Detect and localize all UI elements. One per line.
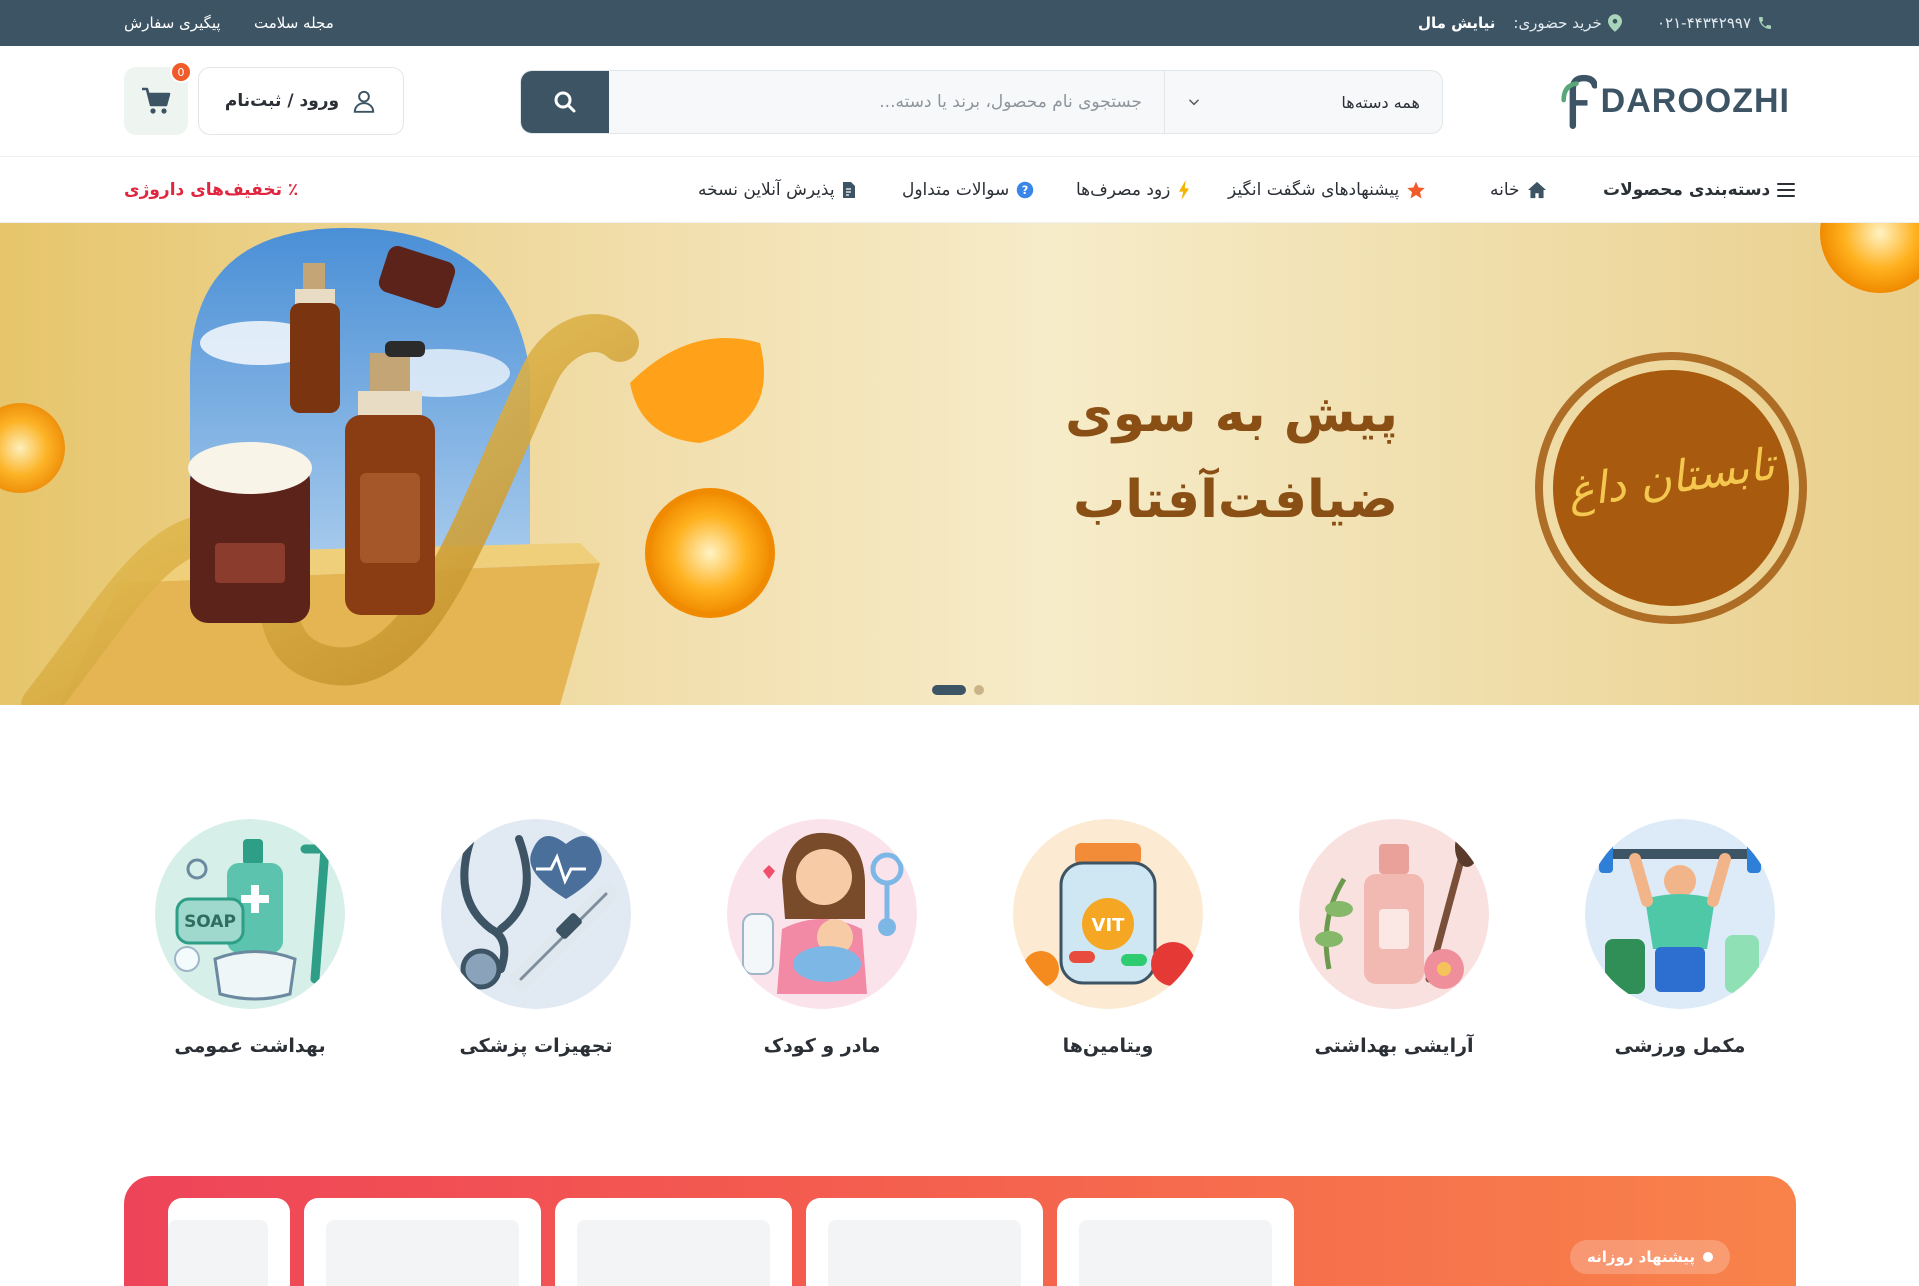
hero-banner[interactable]: پیش به سوی ضیافت‌آفتاب تابستان داغ [0,223,1919,705]
phone-link[interactable]: ۰۲۱-۴۴۳۴۲۹۹۷ [1657,0,1773,46]
category-select-value: همه دسته‌ها [1341,92,1420,112]
daily-offer-badge: پیشنهاد روزانه [1570,1240,1730,1274]
category-cosmetics[interactable]: آرایشی بهداشتی [1284,815,1494,1075]
medical-equipment-icon [441,819,631,1009]
logo-mark-icon [1561,74,1597,129]
user-icon [353,90,375,113]
banner-title: پیش به سوی ضیافت‌آفتاب [1065,371,1398,543]
search-input[interactable]: جستجوی نام محصول، برند یا دسته... [879,71,1142,133]
pharmacy-discounts-label: ٪ تخفیف‌های داروژی [124,180,299,200]
category-cosmetics-label: آرایشی بهداشتی [1314,1035,1474,1057]
track-order-link[interactable]: پیگیری سفارش [124,0,221,46]
categories-menu-label: دسته‌بندی محصولات [1603,180,1771,200]
health-magazine-link[interactable]: مجله سلامت [254,0,334,46]
category-medical-equipment-label: تجهیزات پزشکی [459,1035,613,1057]
banner-title-line1: پیش به سوی [1065,384,1398,444]
track-order-label: پیگیری سفارش [124,14,221,32]
star-icon [1407,181,1426,199]
location-pin-icon [1607,14,1622,32]
header: DAROOZHI همه دسته‌ها جستجوی نام محصول، ب… [0,46,1919,156]
offer-product-card[interactable] [555,1198,792,1286]
product-image-placeholder [1079,1220,1272,1286]
category-fitness[interactable]: مکمل ورزشی [1570,815,1780,1075]
nav-item-amazing-offers[interactable]: پیشنهادهای شگفت انگیز [1228,157,1426,223]
product-image-placeholder [168,1220,268,1286]
offer-product-card[interactable] [806,1198,1043,1286]
logo[interactable]: DAROOZHI [1560,70,1790,132]
home-icon [1527,181,1546,199]
product-image-placeholder [828,1220,1021,1286]
categories-menu[interactable]: دسته‌بندی محصولات [1603,157,1796,223]
search-icon [554,91,576,113]
category-mother-baby-label: مادر و کودک [763,1035,881,1057]
category-medical-equipment[interactable]: تجهیزات پزشکی [426,815,636,1075]
badge-dot-icon [1703,1252,1714,1262]
nav-item-faq[interactable]: ? سوالات متداول [902,157,1034,223]
carousel-dot-2[interactable] [974,685,984,695]
vitamins-icon: VIT [1013,819,1203,1009]
nav-expiring-soon-label: زود مصرف‌ها [1076,180,1171,200]
health-magazine-label: مجله سلامت [254,14,334,32]
svg-text:VIT: VIT [1092,915,1126,936]
cart-count-badge: 0 [170,61,192,83]
category-hygiene[interactable]: SOAP بهداشت عمومی [140,815,350,1075]
offer-product-card[interactable] [304,1198,541,1286]
nav-item-home[interactable]: خانه [1490,157,1547,223]
pharmacy-discounts-link[interactable]: ٪ تخفیف‌های داروژی [124,157,298,223]
category-vitamins-label: ویتامین‌ها [1062,1035,1154,1057]
menu-icon [1777,183,1796,197]
phone-icon [1759,17,1772,29]
nav-online-prescription-label: پذیرش آنلاین نسخه [698,180,835,200]
nav-item-expiring-soon[interactable]: زود مصرف‌ها [1076,157,1191,223]
store-label: خرید حضوری: [1513,14,1602,32]
fitness-icon [1585,819,1775,1009]
category-row: مکمل ورزشی آرایشی بهداشتی [0,815,1919,1075]
category-mother-baby[interactable]: مادر و کودک [712,815,922,1075]
mother-baby-icon [727,819,917,1009]
nav-item-online-prescription[interactable]: پذیرش آنلاین نسخه [698,157,856,223]
offer-product-card[interactable] [1057,1198,1294,1286]
prescription-icon [842,182,855,198]
svg-text:SOAP: SOAP [184,912,236,932]
search-button[interactable] [521,71,609,133]
nav-faq-label: سوالات متداول [902,180,1010,200]
nav-amazing-offers-label: پیشنهادهای شگفت انگیز [1228,180,1400,200]
cart-button[interactable]: 0 [124,61,192,135]
chevron-down-icon [1189,99,1199,106]
category-fitness-label: مکمل ورزشی [1614,1035,1746,1057]
login-button[interactable]: ورود / ثبت‌نام [198,67,404,135]
logo-text: DAROOZHI [1600,81,1790,120]
category-hygiene-label: بهداشت عمومی [174,1035,326,1057]
search-bar: همه دسته‌ها جستجوی نام محصول، برند یا دس… [520,70,1443,134]
offer-product-card[interactable] [168,1198,290,1286]
cosmetics-icon [1299,819,1489,1009]
category-vitamins[interactable]: VIT ویتامین‌ها [998,815,1208,1075]
product-image-placeholder [326,1220,519,1286]
hygiene-icon: SOAP [155,819,345,1009]
carousel-dot-1[interactable] [932,685,966,695]
category-select[interactable]: همه دسته‌ها [1164,71,1442,133]
cart-icon [142,87,171,114]
nav-home-label: خانه [1490,180,1520,200]
product-image-placeholder [577,1220,770,1286]
page: ۰۲۱-۴۴۳۴۲۹۹۷ خرید حضوری: نیایش مال مجله … [0,0,1919,1286]
banner-title-line2: ضیافت‌آفتاب [1073,470,1398,530]
top-bar: ۰۲۱-۴۴۳۴۲۹۹۷ خرید حضوری: نیایش مال مجله … [0,0,1919,46]
daily-offer-label: پیشنهاد روزانه [1586,1248,1696,1266]
lightning-icon [1179,180,1190,200]
store-name[interactable]: نیایش مال [1418,14,1495,32]
store-info[interactable]: خرید حضوری: نیایش مال [1418,0,1622,46]
login-label: ورود / ثبت‌نام [224,91,340,111]
main-nav: دسته‌بندی محصولات خانه پیشنهادهای شگفت ا… [0,156,1919,223]
phone-number: ۰۲۱-۴۴۳۴۲۹۹۷ [1657,14,1752,32]
svg-text:?: ? [1022,184,1029,197]
help-icon: ? [1017,181,1034,199]
carousel-dots [932,685,984,695]
